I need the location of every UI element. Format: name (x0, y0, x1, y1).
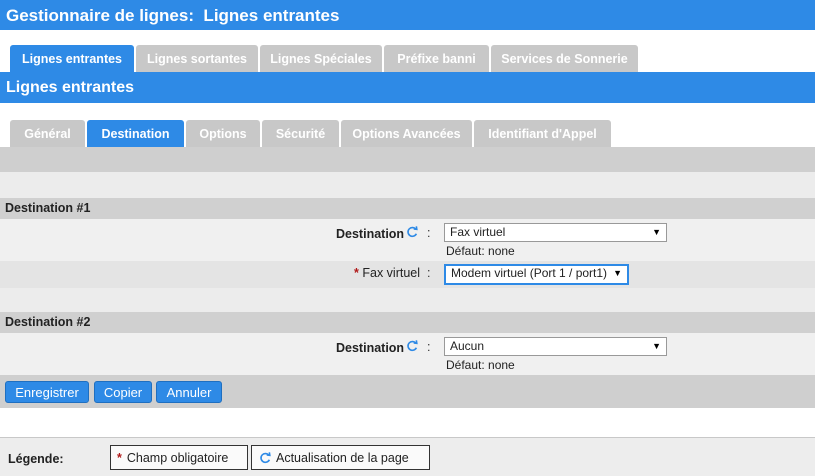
destination2-header: Destination #2 (0, 312, 815, 333)
fax-virtuel-label-wrap: * Fax virtuel (354, 266, 420, 280)
refresh-icon[interactable] (405, 225, 419, 239)
tab-securite[interactable]: Sécurité (262, 120, 339, 147)
destination1-header: Destination #1 (0, 198, 815, 219)
tab-options-avancees[interactable]: Options Avancées (341, 120, 472, 147)
tab-identifiant-appel[interactable]: Identifiant d'Appel (474, 120, 611, 147)
app-title-bar: Gestionnaire de lignes: Lignes entrantes (0, 0, 815, 30)
destination2-heading: Destination #2 (5, 315, 91, 329)
spacer-band (0, 288, 815, 312)
toolbar-band (0, 147, 815, 172)
destination2-label: Destination (336, 341, 405, 355)
main-tab-bar: Lignes entrantes Lignes sortantes Lignes… (10, 45, 640, 72)
legend-required-text: Champ obligatoire (126, 450, 229, 465)
refresh-icon (260, 451, 271, 463)
colon: : (427, 226, 431, 240)
destination1-row: Destination : Fax virtuel ▼ Défaut: none (0, 219, 815, 261)
section-title-bar: Lignes entrantes (0, 72, 815, 103)
legend-required: * Champ obligatoire (110, 445, 248, 470)
destination2-row: Destination : Aucun ▼ Défaut: none (0, 333, 815, 375)
tab-lignes-sortantes[interactable]: Lignes sortantes (136, 45, 258, 72)
tab-lignes-entrantes[interactable]: Lignes entrantes (10, 45, 134, 72)
save-button[interactable]: Enregistrer (5, 381, 89, 403)
legend-bar: Légende: * Champ obligatoire Actualisati… (0, 437, 815, 476)
tab-general[interactable]: Général (10, 120, 85, 147)
page-title: Gestionnaire de lignes: Lignes entrantes (6, 6, 340, 25)
legend-refresh-text: Actualisation de la page (276, 450, 409, 465)
refresh-icon[interactable] (405, 339, 419, 353)
tab-services-sonnerie[interactable]: Services de Sonnerie (491, 45, 638, 72)
fax-virtuel-select-value: Modem virtuel (Port 1 / port1) (451, 266, 608, 280)
copy-button[interactable]: Copier (94, 381, 152, 403)
destination2-select[interactable]: Aucun ▼ (444, 337, 667, 356)
destination1-heading: Destination #1 (5, 201, 91, 215)
destination1-label: Destination (336, 227, 405, 241)
tab-options[interactable]: Options (186, 120, 260, 147)
legend-label: Légende: (8, 452, 64, 466)
action-bar: Enregistrer Copier Annuler (0, 375, 815, 408)
destination2-default: Défaut: none (446, 358, 515, 372)
fax-virtuel-select[interactable]: Modem virtuel (Port 1 / port1) ▼ (444, 264, 629, 285)
cancel-button[interactable]: Annuler (156, 381, 222, 403)
fax-virtuel-label: Fax virtuel (362, 266, 421, 280)
section-title: Lignes entrantes (6, 79, 135, 96)
colon: : (427, 340, 431, 354)
destination2-select-value: Aucun (450, 339, 485, 353)
chevron-down-icon: ▼ (652, 227, 661, 237)
destination1-select-value: Fax virtuel (450, 225, 506, 239)
tab-lignes-speciales[interactable]: Lignes Spéciales (260, 45, 382, 72)
legend-refresh: Actualisation de la page (251, 445, 430, 470)
tab-destination[interactable]: Destination (87, 120, 184, 147)
tab-prefixe-banni[interactable]: Préfixe banni (384, 45, 489, 72)
destination1-default: Défaut: none (446, 244, 515, 258)
destination1-select[interactable]: Fax virtuel ▼ (444, 223, 667, 242)
chevron-down-icon: ▼ (652, 341, 661, 351)
chevron-down-icon: ▼ (613, 268, 622, 278)
colon: : (427, 266, 431, 280)
required-marker: * (117, 450, 122, 465)
fax-virtuel-row: * Fax virtuel : Modem virtuel (Port 1 / … (0, 261, 815, 288)
required-marker: * (354, 266, 359, 280)
spacer-band (0, 172, 815, 198)
sub-tab-bar: Général Destination Options Sécurité Opt… (10, 120, 613, 147)
